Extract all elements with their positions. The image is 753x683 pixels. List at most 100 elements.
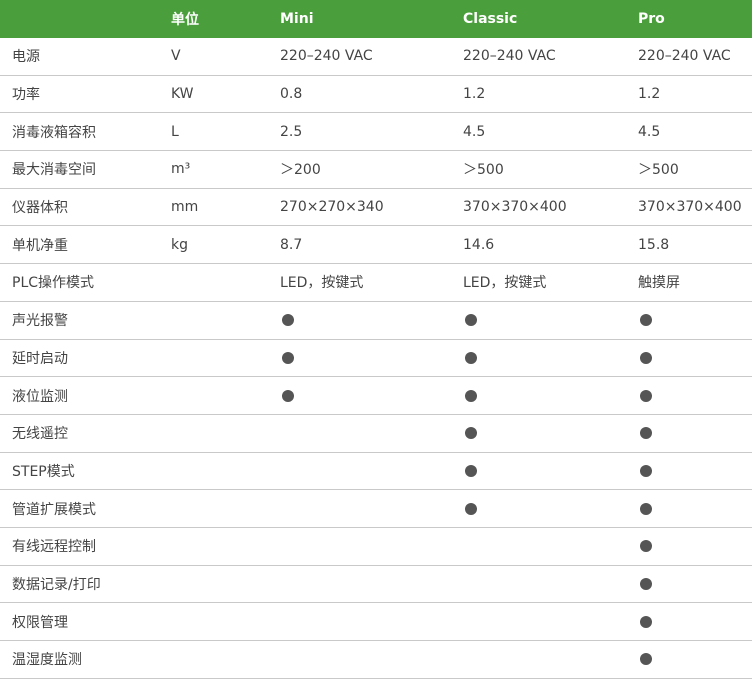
classic-feature-dot-cell	[463, 377, 477, 414]
label-cell: 电源	[12, 49, 40, 66]
filled-dot-icon	[282, 314, 294, 327]
table-row: 有线远程控制	[0, 528, 752, 566]
pro-cell: 4.5	[638, 123, 661, 140]
mini-cell: LED，按键式	[280, 275, 364, 292]
table-header-row: 单位 Mini Classic Pro	[0, 0, 752, 38]
filled-dot-icon	[465, 427, 477, 440]
pro-feature-dot-cell	[638, 453, 652, 490]
table-row: 管道扩展模式	[0, 490, 752, 528]
pro-feature-dot-cell	[638, 641, 652, 678]
filled-dot-icon	[282, 389, 294, 402]
unit-cell: kg	[171, 236, 188, 253]
filled-dot-icon	[640, 464, 652, 477]
filled-dot-icon	[465, 314, 477, 327]
unit-cell: L	[171, 123, 179, 140]
pro-feature-dot-cell	[638, 377, 652, 414]
label-cell: 单机净重	[12, 237, 68, 254]
label-cell: 仪器体积	[12, 200, 68, 217]
mini-cell: 8.7	[280, 236, 303, 253]
mini-feature-dot-cell	[280, 377, 294, 414]
header-classic-cell: Classic	[463, 11, 518, 27]
unit-cell: KW	[171, 86, 194, 103]
filled-dot-icon	[640, 577, 652, 590]
filled-dot-icon	[640, 502, 652, 515]
label-cell: 无线遥控	[12, 426, 68, 443]
label-cell: 有线远程控制	[12, 539, 96, 556]
unit-cell: m³	[171, 161, 191, 178]
pro-feature-dot-cell	[638, 302, 652, 339]
filled-dot-icon	[465, 464, 477, 477]
filled-dot-icon	[640, 427, 652, 440]
label-cell: 消毒液箱容积	[12, 124, 96, 141]
classic-cell: 4.5	[463, 123, 486, 140]
table-row: 功率 KW 0.8 1.2 1.2	[0, 76, 752, 114]
table-row: 消毒液箱容积 L 2.5 4.5 4.5	[0, 113, 752, 152]
table-row: STEP模式	[0, 453, 752, 491]
classic-cell: ＞500	[463, 162, 504, 179]
table-row: 无线遥控	[0, 415, 752, 453]
label-cell: STEP模式	[12, 463, 75, 480]
classic-feature-dot-cell	[463, 302, 477, 339]
pro-cell: 1.2	[638, 86, 661, 103]
spec-comparison-table: 单位 Mini Classic Pro 电源 V 220–240 VAC 220–24…	[0, 0, 752, 679]
table-body: 电源 V 220–240 VAC 220–240 VAC 220–240 VAC 功率 KW…	[0, 38, 752, 679]
label-cell: 功率	[12, 87, 40, 104]
pro-cell: 触摸屏	[638, 275, 680, 292]
table-row: 声光报警	[0, 302, 752, 340]
pro-cell: 370×370×400	[638, 199, 742, 216]
filled-dot-icon	[640, 540, 652, 553]
mini-cell: 270×270×340	[280, 199, 384, 216]
classic-feature-dot-cell	[463, 453, 477, 490]
filled-dot-icon	[465, 389, 477, 402]
pro-feature-dot-cell	[638, 340, 652, 377]
mini-cell: ＞200	[280, 162, 321, 179]
classic-feature-dot-cell	[463, 415, 477, 452]
filled-dot-icon	[282, 351, 294, 364]
label-cell: 数据记录/打印	[12, 576, 101, 593]
header-mini-cell: Mini	[280, 11, 314, 27]
mini-cell: 220–240 VAC	[280, 48, 373, 65]
table-row: 液位监测	[0, 377, 752, 415]
classic-cell: 370×370×400	[463, 199, 567, 216]
mini-cell: 2.5	[280, 123, 303, 140]
label-cell: 温湿度监测	[12, 652, 82, 669]
unit-cell: V	[171, 48, 181, 65]
filled-dot-icon	[640, 653, 652, 666]
header-unit-cell: 单位	[171, 12, 199, 28]
pro-feature-dot-cell	[638, 566, 652, 603]
label-cell: 液位监测	[12, 388, 68, 405]
label-cell: 最大消毒空间	[12, 162, 96, 179]
pro-feature-dot-cell	[638, 528, 652, 565]
label-cell: 延时启动	[12, 350, 68, 367]
filled-dot-icon	[640, 615, 652, 628]
pro-feature-dot-cell	[638, 490, 652, 527]
table-row: 最大消毒空间 m³ ＞200 ＞500 ＞500	[0, 151, 752, 189]
pro-cell: 220–240 VAC	[638, 48, 731, 65]
table-row: 单机净重 kg 8.7 14.6 15.8	[0, 226, 752, 265]
filled-dot-icon	[640, 314, 652, 327]
table-row: 权限管理	[0, 603, 752, 641]
filled-dot-icon	[640, 389, 652, 402]
label-cell: 权限管理	[12, 614, 68, 631]
table-row: 电源 V 220–240 VAC 220–240 VAC 220–240 VAC	[0, 38, 752, 76]
filled-dot-icon	[465, 502, 477, 515]
mini-cell: 0.8	[280, 86, 303, 103]
mini-feature-dot-cell	[280, 302, 294, 339]
label-cell: 声光报警	[12, 313, 68, 330]
classic-feature-dot-cell	[463, 340, 477, 377]
classic-feature-dot-cell	[463, 490, 477, 527]
classic-cell: 220–240 VAC	[463, 48, 556, 65]
classic-cell: 1.2	[463, 86, 486, 103]
table-row: PLC操作模式 LED，按键式 LED，按键式 触摸屏	[0, 264, 752, 302]
table-row: 温湿度监测	[0, 641, 752, 679]
mini-feature-dot-cell	[280, 340, 294, 377]
classic-cell: LED，按键式	[463, 275, 547, 292]
label-cell: 管道扩展模式	[12, 501, 96, 518]
label-cell: PLC操作模式	[12, 275, 95, 292]
pro-feature-dot-cell	[638, 603, 652, 640]
pro-feature-dot-cell	[638, 415, 652, 452]
filled-dot-icon	[465, 351, 477, 364]
header-pro-cell: Pro	[638, 11, 665, 27]
pro-cell: ＞500	[638, 162, 679, 179]
table-row: 仪器体积 mm 270×270×340 370×370×400 370×370×400	[0, 189, 752, 227]
